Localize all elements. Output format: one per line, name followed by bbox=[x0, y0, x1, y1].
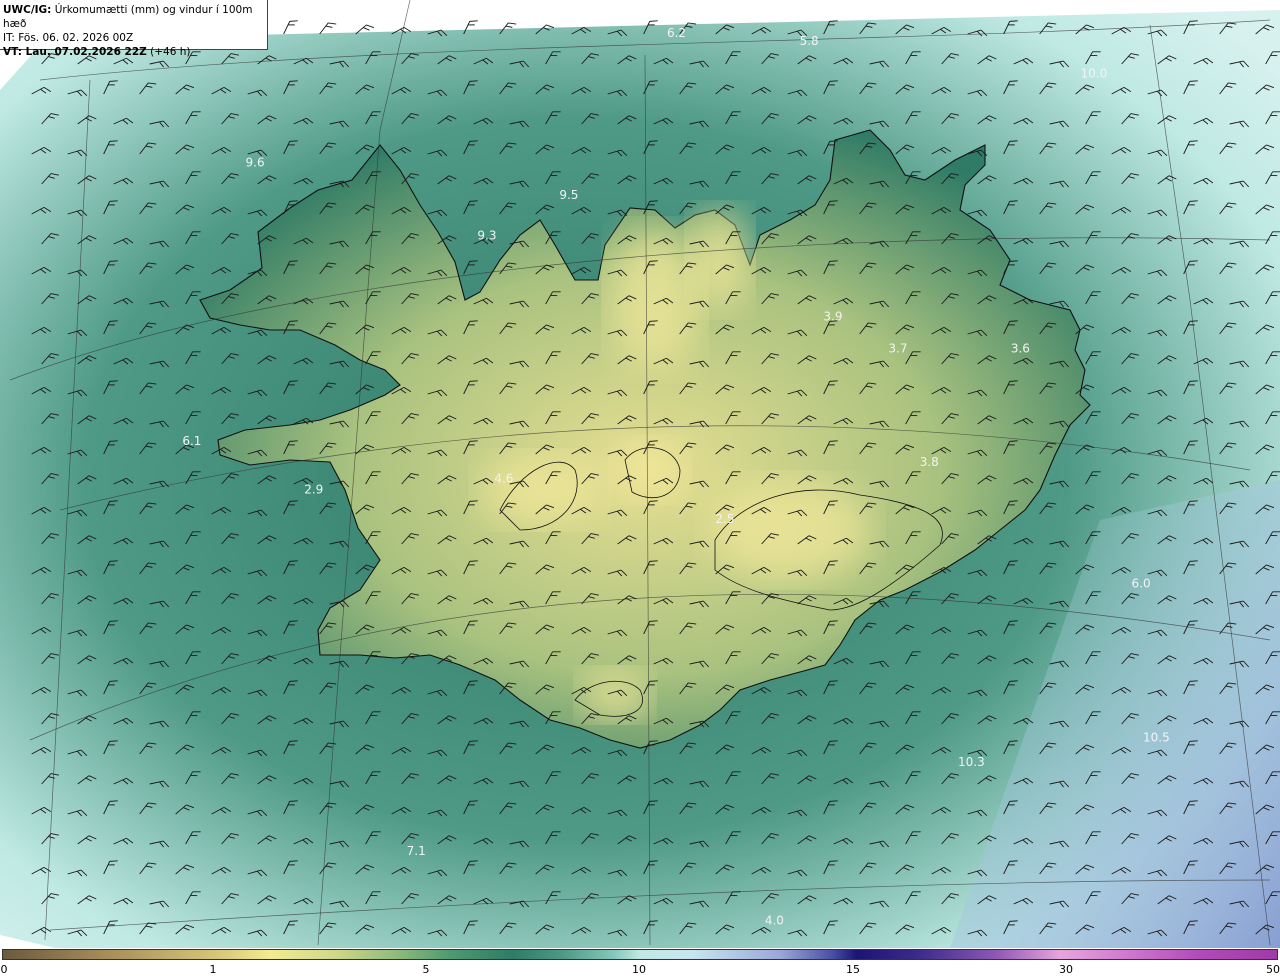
legend-tick-label: 1 bbox=[209, 963, 217, 976]
point-value-label: 3.8 bbox=[920, 455, 939, 469]
valid-time: VT: Lau. 07.02.2026 22Z bbox=[3, 46, 147, 58]
point-value-label: 7.1 bbox=[407, 844, 426, 858]
point-value-label: 3.6 bbox=[1011, 342, 1030, 356]
point-value-label: 3.9 bbox=[823, 309, 842, 323]
point-value-label: 10.5 bbox=[1143, 731, 1170, 745]
point-value-label: 9.5 bbox=[559, 188, 578, 202]
point-value-label: 2.9 bbox=[304, 483, 323, 497]
model-name: UWC/IG: bbox=[3, 4, 52, 16]
legend-tick-label: 50 bbox=[1266, 963, 1280, 976]
highland-patch bbox=[710, 480, 870, 580]
point-value-label: 2.5 bbox=[715, 512, 734, 526]
point-value-label: 5.8 bbox=[800, 34, 819, 48]
point-value-label: 6.2 bbox=[667, 26, 686, 40]
legend-tick-label: 5 bbox=[422, 963, 430, 976]
legend-tick-label: 30 bbox=[1059, 963, 1073, 976]
point-value-label: 9.3 bbox=[477, 228, 496, 242]
map-canvas[interactable]: 6.2 5.8 10.0 9.6 9.5 9.3 3.9 3.7 3.6 6.1 3.8 2.9 4.6… bbox=[0, 0, 1280, 948]
legend-tick-label: 10 bbox=[632, 963, 646, 976]
forecast-map[interactable]: 6.2 5.8 10.0 9.6 9.5 9.3 3.9 3.7 3.6 6.1 3.8 2.9 4.6… bbox=[0, 0, 1280, 948]
highland-patch bbox=[480, 455, 600, 525]
point-value-label: 3.7 bbox=[888, 342, 907, 356]
point-value-label: 4.0 bbox=[765, 914, 784, 928]
lead-time: (+46 h) bbox=[146, 46, 191, 58]
highland-patch bbox=[580, 670, 650, 720]
legend-tick-label: 0 bbox=[0, 963, 8, 976]
point-value-label: 10.3 bbox=[958, 755, 985, 769]
point-value-label: 6.0 bbox=[1132, 577, 1151, 591]
point-value-label: 9.6 bbox=[246, 155, 265, 169]
point-value-label: 4.6 bbox=[494, 471, 513, 485]
colorbar bbox=[2, 949, 1278, 960]
legend-tick-label: 15 bbox=[846, 963, 860, 976]
point-value-label: 10.0 bbox=[1080, 66, 1107, 80]
point-value-label: 6.1 bbox=[182, 434, 201, 448]
highland-patch bbox=[690, 210, 750, 310]
precipitation-legend: 0 1 5 10 15 30 50 bbox=[0, 948, 1280, 978]
highland-patch bbox=[615, 440, 685, 500]
valid-time-line: VT: Lau. 07.02.2026 22Z (+46 h) bbox=[3, 45, 267, 59]
issue-time: IT: Fös. 06. 02. 2026 00Z bbox=[3, 32, 134, 44]
title-line: UWC/IG: Úrkomumætti (mm) og vindur í 100… bbox=[3, 3, 267, 31]
forecast-info-box: UWC/IG: Úrkomumætti (mm) og vindur í 100… bbox=[0, 0, 268, 58]
